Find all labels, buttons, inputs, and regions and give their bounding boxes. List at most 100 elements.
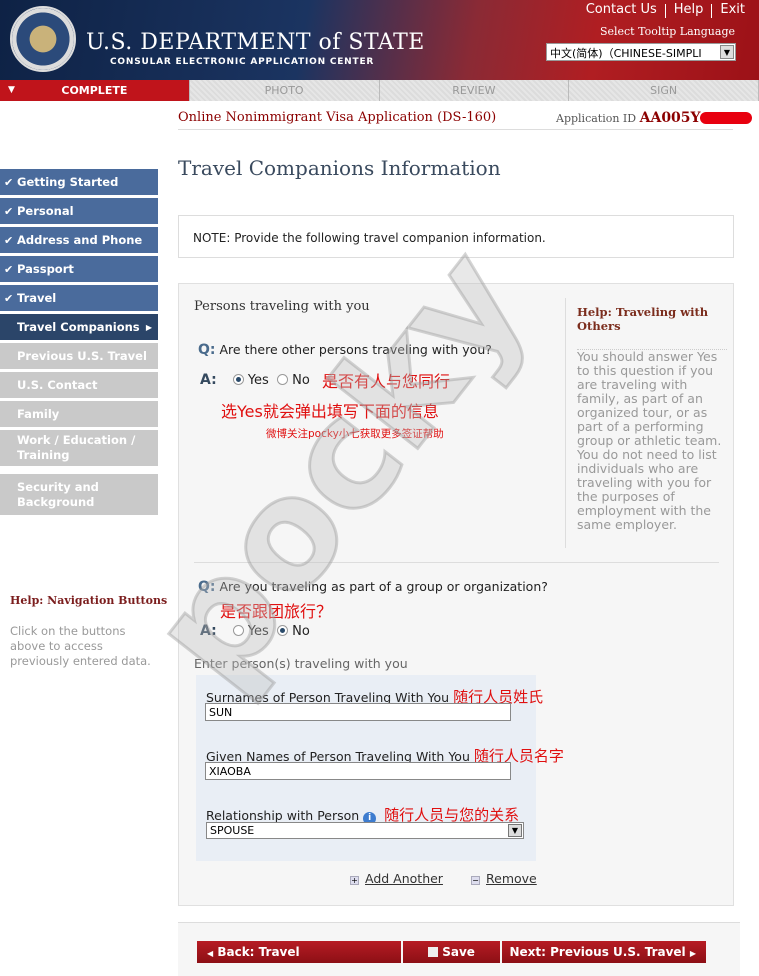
sidebar-item[interactable]: U.S. Contact <box>0 372 158 398</box>
q-marker: Q: <box>198 579 216 595</box>
selected-language: 中文(简体)（CHINESE-SIMPLI <box>550 47 702 60</box>
radio-no[interactable]: No <box>277 373 310 388</box>
question-traveling-with-others: Q: Are there other persons traveling wit… <box>198 342 492 358</box>
selected-value: SPOUSE <box>210 824 255 837</box>
sidebar-item[interactable]: ✔ Travel <box>0 285 158 311</box>
contact-us-link[interactable]: Contact Us <box>586 2 657 18</box>
progress-tabs: ▼ COMPLETE PHOTO REVIEW SIGN <box>0 80 759 101</box>
tab-review[interactable]: REVIEW <box>379 80 570 101</box>
sidebar-item[interactable]: ✔ Address and Phone <box>0 227 158 253</box>
tab-complete[interactable]: ▼ COMPLETE <box>0 80 190 101</box>
form-title: Online Nonimmigrant Visa Application (DS… <box>178 110 497 125</box>
add-another-button[interactable]: + Add Another <box>350 868 443 887</box>
sidebar-item[interactable]: ✔ Personal <box>0 198 158 224</box>
sidebar-item[interactable]: ✔ Passport <box>0 256 158 282</box>
relationship-select[interactable]: SPOUSE ▼ <box>206 822 524 839</box>
annotation-cn: 是否跟团旅行？ <box>220 602 333 621</box>
annotation-cn: 微博关注pocky小七获取更多签证帮助 <box>266 428 444 440</box>
radio-label: No <box>292 373 310 388</box>
help-title: Help: Traveling with Others <box>577 305 709 333</box>
sidebar-item[interactable]: ✔ Getting Started <box>0 169 158 195</box>
given-name-input[interactable]: XIAOBA <box>205 762 511 780</box>
sidebar-item-label: Travel Companions <box>17 320 140 334</box>
next-button[interactable]: Next: Previous U.S. Travel ▶ <box>502 941 706 963</box>
sidebar-item-label: Security and Background <box>17 479 99 509</box>
divider <box>194 562 719 563</box>
question-group-travel: Q: Are you traveling as part of a group … <box>198 579 548 595</box>
question-text: Are there other persons traveling with y… <box>219 342 492 357</box>
help-link[interactable]: Help <box>674 2 704 18</box>
sidebar-item[interactable]: Travel Companions ▶ <box>0 314 158 340</box>
help-navigation-title: Help: Navigation Buttons <box>10 594 168 607</box>
sidebar-item-label: Personal <box>17 204 74 218</box>
check-icon: ✔ <box>4 291 14 305</box>
sidebar-item-label: Family <box>17 407 60 421</box>
divider <box>178 129 733 130</box>
sidebar-item[interactable]: Family <box>0 401 158 427</box>
check-icon: ✔ <box>4 175 14 189</box>
radio-button[interactable] <box>232 625 244 636</box>
surname-input[interactable]: SUN <box>205 703 511 721</box>
radio-button[interactable] <box>277 374 289 385</box>
sidebar-item[interactable]: Security and Background <box>0 474 158 515</box>
tab-photo[interactable]: PHOTO <box>189 80 380 101</box>
site-subtitle: CONSULAR ELECTRONIC APPLICATION CENTER <box>110 57 375 67</box>
help-text: You should answer Yes to this question i… <box>577 349 727 532</box>
radio-yes[interactable]: Yes <box>232 373 269 388</box>
sidebar-item-label: Work / Education / Training <box>17 433 136 462</box>
remove-button[interactable]: − Remove <box>471 868 537 887</box>
a-marker: A: <box>200 372 217 388</box>
sidebar-item-label: Travel <box>17 291 57 305</box>
plus-icon: + <box>350 876 359 885</box>
enter-persons-label: Enter person(s) traveling with you <box>194 656 408 671</box>
state-department-seal-logo <box>10 6 76 72</box>
chevron-right-icon: ▶ <box>689 949 696 958</box>
note-box: NOTE: Provide the following travel compa… <box>178 215 734 258</box>
sidebar-item[interactable]: Previous U.S. Travel <box>0 343 158 369</box>
radio-button[interactable] <box>277 625 289 636</box>
radio-label: Yes <box>247 624 269 639</box>
button-label: Back: Travel <box>217 945 300 959</box>
sidebar-item-label: Getting Started <box>17 175 119 189</box>
section-title: Persons traveling with you <box>194 299 370 314</box>
page-title: Travel Companions Information <box>178 156 501 180</box>
floppy-disk-icon <box>428 947 439 957</box>
check-icon: ✔ <box>4 262 14 276</box>
q-marker: Q: <box>198 342 216 358</box>
radio-no[interactable]: No <box>277 624 310 639</box>
sidebar-item-label: Previous U.S. Travel <box>17 349 147 363</box>
button-label: Next: Previous U.S. Travel <box>509 945 686 959</box>
tab-sign[interactable]: SIGN <box>569 80 759 101</box>
application-id-value: AA005Y <box>639 110 701 126</box>
a-marker: A: <box>200 623 217 639</box>
tooltip-language-label: Select Tooltip Language <box>599 25 735 38</box>
site-title: U.S. DEPARTMENT of STATE <box>86 30 425 55</box>
application-id: Application ID AA005Y <box>556 110 701 126</box>
radio-label: Yes <box>247 373 269 388</box>
back-button[interactable]: ◀ Back: Travel <box>197 941 401 963</box>
annotation-cn: 是否有人与您同行 <box>322 372 451 391</box>
add-another-link[interactable]: Add Another <box>365 871 443 886</box>
sidebar-item-label: Passport <box>17 262 74 276</box>
top-links: Contact Us Help Exit <box>586 2 745 18</box>
redaction-mark <box>700 112 752 124</box>
application-id-label: Application ID <box>556 112 637 125</box>
sidebar-item[interactable]: Work / Education / Training <box>0 430 158 466</box>
caret-down-icon: ▼ <box>8 85 15 95</box>
chevron-right-icon: ▶ <box>145 322 152 332</box>
save-button[interactable]: Save <box>403 941 500 963</box>
question-text: Are you traveling as part of a group or … <box>219 579 548 594</box>
radio-button[interactable] <box>232 374 244 385</box>
answer-group-travel: A: Yes No <box>200 623 310 639</box>
chevron-down-icon: ▼ <box>720 45 734 59</box>
sidebar-item-label: U.S. Contact <box>17 378 98 392</box>
sidebar-item-label: Address and Phone <box>17 233 143 247</box>
radio-yes[interactable]: Yes <box>232 624 269 639</box>
button-label: Save <box>442 945 475 959</box>
tooltip-language-select[interactable]: 中文(简体)（CHINESE-SIMPLI ▼ <box>546 43 736 61</box>
help-navigation-text: Click on the buttons above to access pre… <box>10 624 151 668</box>
annotation-cn: 选Yes就会弹出填写下面的信息 <box>221 402 439 421</box>
exit-link[interactable]: Exit <box>720 2 745 18</box>
remove-link[interactable]: Remove <box>486 871 537 886</box>
label-text: Relationship with Person <box>206 808 360 823</box>
